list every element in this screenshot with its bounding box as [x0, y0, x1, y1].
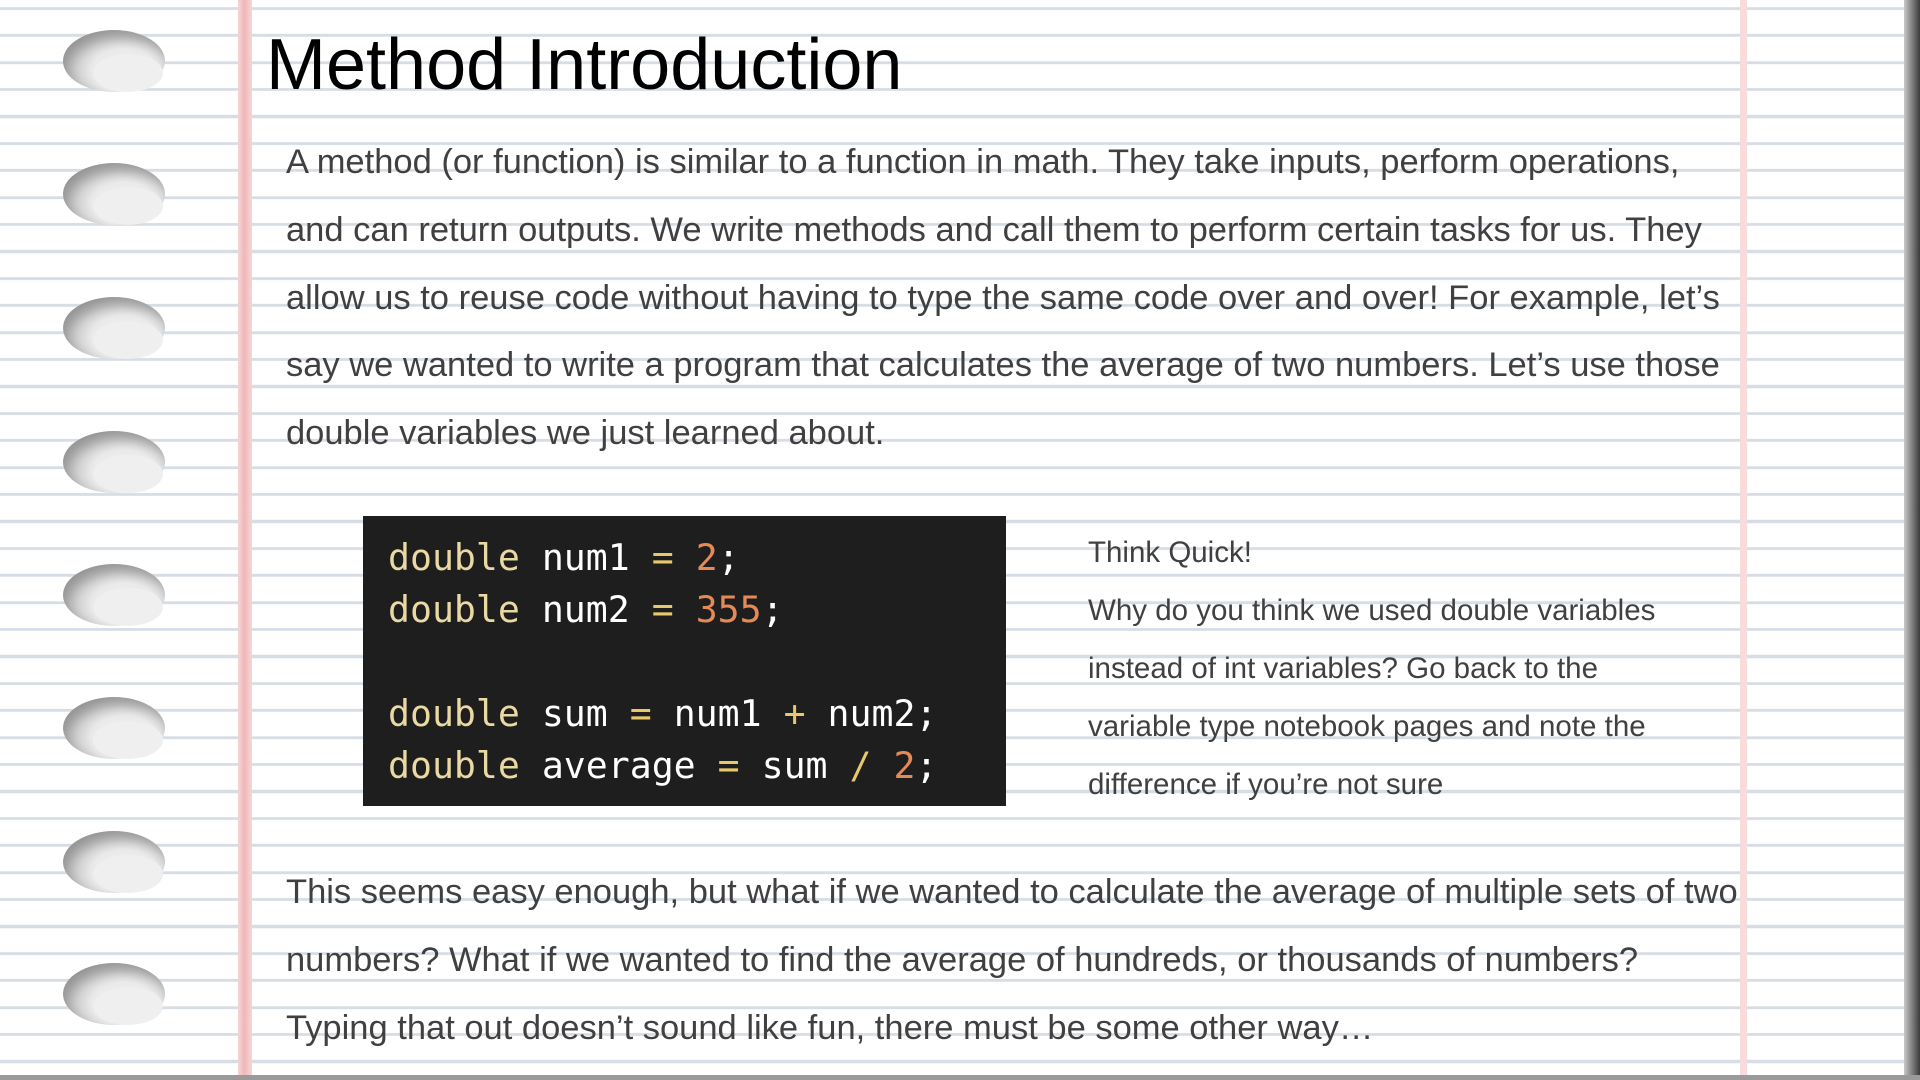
page-bottom-edge	[0, 1075, 1920, 1080]
think-quick-line: variable type notebook pages and note th…	[1088, 710, 1646, 743]
code-line: double num2 = 355;	[388, 584, 1006, 636]
code-token-id	[674, 536, 696, 579]
code-token-id: num2	[519, 588, 652, 631]
code-token-id: num1	[651, 692, 784, 735]
left-margin-line	[238, 0, 252, 1080]
code-token-id: ;	[717, 536, 740, 579]
code-token-id: ;	[915, 744, 938, 787]
code-token-type: double	[388, 692, 520, 735]
page-edge-shadow	[1904, 0, 1920, 1080]
code-token-op: =	[629, 692, 652, 735]
code-token-op: =	[651, 588, 674, 631]
think-quick-line: Why do you think we used double variable…	[1088, 594, 1656, 627]
code-token-type: double	[388, 588, 520, 631]
binder-hole-icon	[63, 963, 165, 1025]
binder-hole-icon	[63, 564, 165, 626]
code-token-op: =	[651, 536, 674, 579]
notebook-page: Method Introduction A method (or functio…	[0, 0, 1920, 1080]
code-token-id: num1	[519, 536, 652, 579]
think-quick-line: instead of int variables? Go back to the	[1088, 652, 1598, 685]
think-quick-heading: Think Quick!	[1088, 536, 1252, 569]
code-line: double sum = num1 + num2;	[388, 688, 1006, 740]
binder-hole-icon	[63, 431, 165, 493]
code-token-id: sum	[519, 692, 630, 735]
code-token-num: 2	[893, 744, 916, 787]
code-token-id: ;	[761, 588, 784, 631]
page-title: Method Introduction	[266, 25, 903, 105]
binder-hole-icon	[63, 831, 165, 893]
code-token-op: =	[717, 744, 740, 787]
code-token-id	[871, 744, 893, 787]
code-token-type: double	[388, 536, 520, 579]
code-token-id: sum	[739, 744, 850, 787]
think-quick-note: Think Quick! Why do you think we used do…	[1088, 524, 1728, 814]
code-token-id: num2;	[805, 692, 938, 735]
binder-hole-icon	[63, 30, 165, 92]
code-token-type: double	[388, 744, 520, 787]
code-token-num: 2	[695, 536, 718, 579]
binder-hole-icon	[63, 697, 165, 759]
code-token-id	[674, 588, 696, 631]
think-quick-line: difference if you’re not sure	[1088, 768, 1444, 801]
intro-paragraph: A method (or function) is similar to a f…	[286, 143, 1720, 452]
closing-paragraph: This seems easy enough, but what if we w…	[286, 873, 1738, 1047]
code-token-num: 355	[695, 588, 762, 631]
code-example: double num1 = 2; double num2 = 355; double…	[363, 516, 1006, 806]
binder-hole-icon	[63, 163, 165, 225]
code-line: double num1 = 2;	[388, 532, 1006, 584]
code-line: double average = sum / 2;	[388, 740, 1006, 792]
binder-hole-icon	[63, 297, 165, 359]
code-token-op: +	[783, 692, 806, 735]
code-token-op: /	[849, 744, 872, 787]
code-token-id: average	[519, 744, 718, 787]
